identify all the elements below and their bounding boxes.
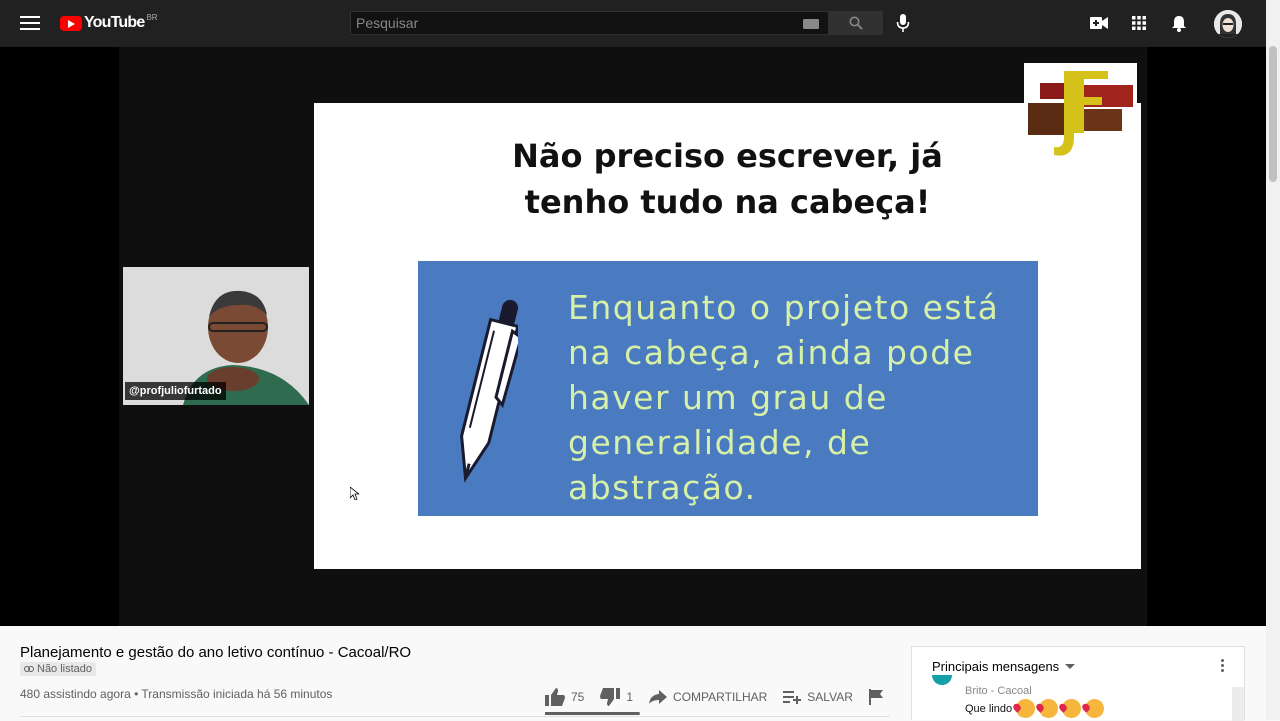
notifications-button[interactable]	[1168, 12, 1190, 34]
country-code: BR	[146, 12, 158, 22]
scrollbar-thumb[interactable]	[1269, 46, 1277, 182]
bell-icon	[1172, 15, 1186, 32]
chat-mode-dropdown[interactable]: Principais mensagens	[932, 659, 1076, 674]
heart-face-emoji-icon	[1085, 699, 1105, 718]
chat-author-avatar	[932, 675, 952, 685]
youtube-logo[interactable]: YouTube BR	[60, 13, 158, 33]
chat-more-button[interactable]	[1212, 659, 1232, 675]
slide-quote-box: Enquanto o projeto está na cabeça, ainda…	[418, 261, 1038, 516]
camera-label: @profjuliofurtado	[125, 382, 226, 400]
microphone-icon	[896, 14, 910, 32]
apps-grid-icon	[1132, 16, 1146, 30]
create-video-button[interactable]	[1088, 12, 1110, 34]
save-button[interactable]: SALVAR	[783, 690, 853, 704]
like-button[interactable]: 75	[545, 688, 584, 706]
save-label: SALVAR	[807, 690, 853, 704]
channel-watermark-logo	[1024, 63, 1137, 163]
flag-icon	[868, 689, 883, 705]
chat-scrollbar[interactable]	[1232, 687, 1244, 721]
dislike-count: 1	[626, 690, 634, 704]
search-box	[350, 11, 829, 35]
heart-face-emoji-icon	[1016, 699, 1036, 718]
share-arrow-icon	[649, 690, 668, 704]
unlisted-label: Não listado	[37, 663, 93, 675]
presentation-slide: Não preciso escrever, já tenho tudo na c…	[314, 103, 1141, 569]
stream-started: Transmissão iniciada há 56 minutos	[141, 687, 333, 701]
slide-title-line1: Não preciso escrever, já	[512, 137, 943, 175]
viewer-count: 480 assistindo agora	[20, 687, 131, 701]
search-button[interactable]	[829, 11, 883, 35]
brand-text: YouTube	[84, 14, 145, 31]
user-avatar-icon	[1214, 10, 1242, 38]
search-input[interactable]	[351, 12, 791, 34]
play-logo-icon	[60, 15, 82, 31]
slide-title-line2: tenho tudo na cabeça!	[524, 183, 931, 221]
unlisted-badge: Não listado	[20, 662, 97, 676]
chat-author: Brito - Cacoal	[965, 685, 1032, 697]
caret-down-icon	[1065, 664, 1076, 669]
view-info: 480 assistindo agora • Transmissão inici…	[20, 687, 332, 701]
sentiment-like-fill	[545, 712, 639, 715]
voice-search-button[interactable]	[893, 12, 913, 34]
video-camera-icon	[1090, 17, 1108, 29]
avatar[interactable]	[1214, 10, 1242, 38]
heart-face-emoji-icon	[1062, 699, 1082, 718]
page-scrollbar[interactable]	[1266, 0, 1280, 720]
video-title: Planejamento e gestão do ano letivo cont…	[20, 644, 412, 661]
webcam-overlay: @profjuliofurtado	[123, 267, 309, 405]
info-separator: •	[134, 687, 139, 701]
slide-body-text: Enquanto o projeto está na cabeça, ainda…	[568, 288, 1000, 507]
apps-button[interactable]	[1128, 12, 1150, 34]
dislike-button[interactable]: 1	[600, 688, 633, 706]
playlist-add-icon	[783, 691, 802, 704]
masthead: YouTube BR	[0, 0, 1266, 47]
report-button[interactable]	[868, 689, 883, 705]
video-actions: 75 1 COMPARTILHAR SALVAR	[545, 686, 899, 708]
chat-message-text: Que lindo	[965, 702, 1013, 715]
search-icon	[849, 16, 863, 30]
slide-title: Não preciso escrever, já tenho tudo na c…	[314, 133, 1141, 225]
pen-icon	[460, 299, 518, 483]
info-divider	[20, 716, 890, 717]
link-icon	[24, 666, 34, 672]
jf-logo-icon	[1028, 71, 1133, 156]
mouse-cursor-icon	[350, 487, 359, 500]
keyboard-icon[interactable]	[803, 19, 819, 29]
chat-message: Que lindo	[965, 699, 1105, 718]
heart-face-emoji-icon	[1039, 699, 1059, 718]
like-count: 75	[571, 690, 585, 704]
menu-icon[interactable]	[16, 11, 44, 35]
sentiment-bar	[545, 712, 640, 715]
share-button[interactable]: COMPARTILHAR	[649, 690, 767, 704]
share-label: COMPARTILHAR	[673, 690, 768, 704]
chat-mode-label: Principais mensagens	[932, 659, 1060, 674]
thumbs-down-icon	[600, 688, 621, 706]
live-chat: Principais mensagens Brito - Cacoal Que …	[911, 646, 1245, 721]
thumbs-up-icon	[545, 688, 565, 706]
